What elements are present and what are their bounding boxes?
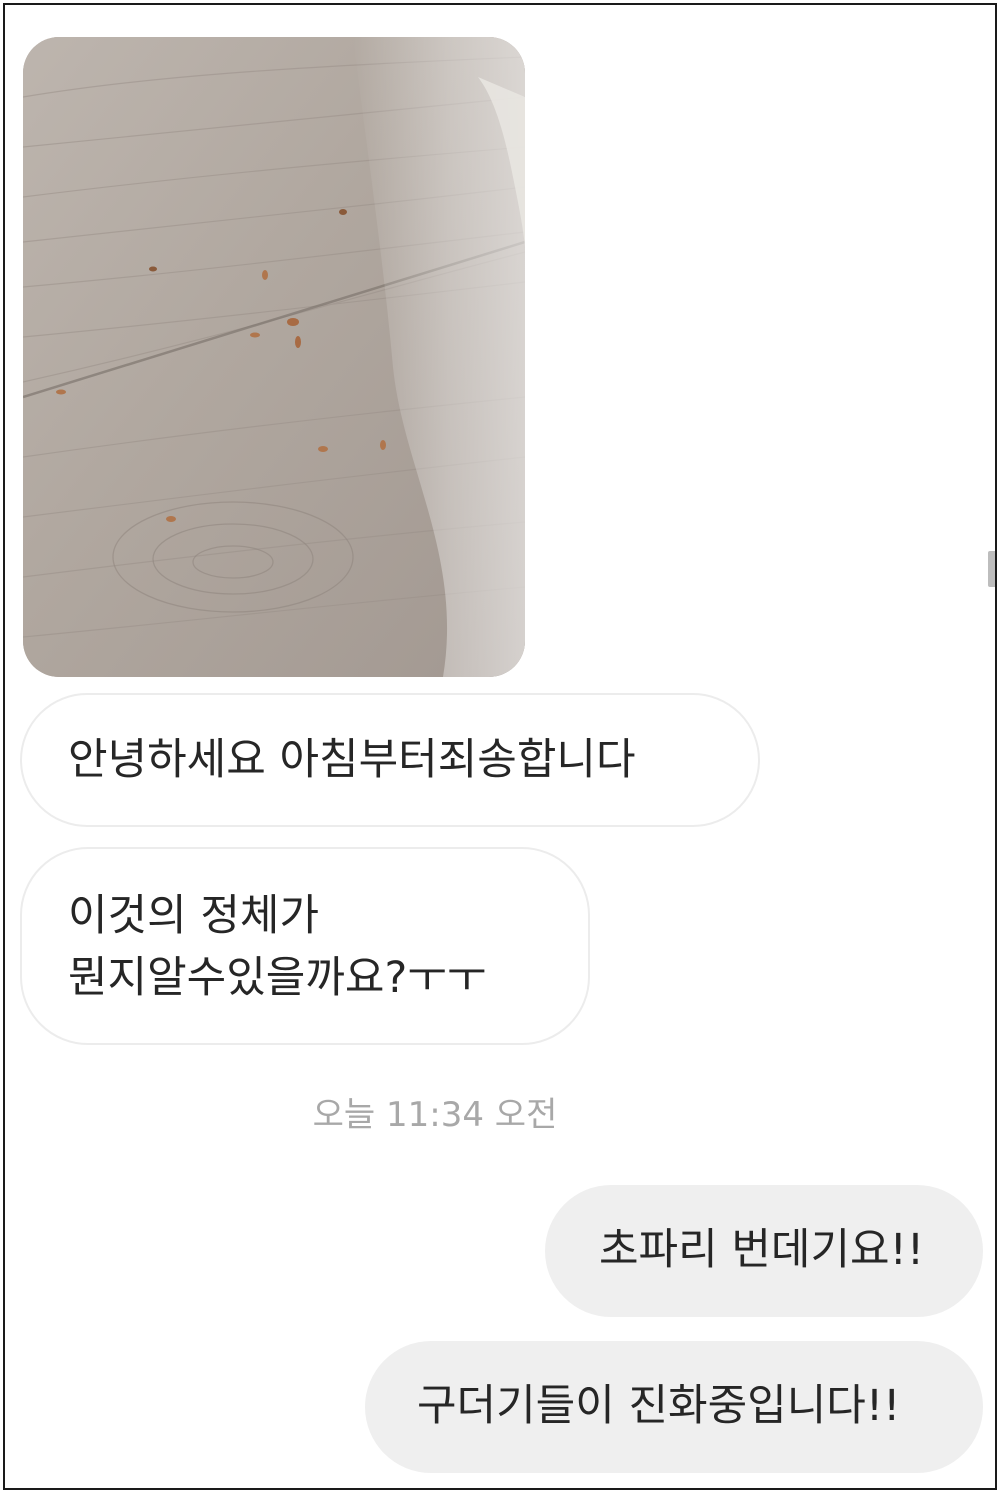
message-text-line: 뭔지알수있을까요?ㅜㅜ [68, 953, 487, 1003]
wooden-floor-photo-icon [23, 37, 525, 677]
message-text: 안녕하세요 아침부터죄송합니다 [68, 735, 636, 785]
received-message-bubble[interactable]: 이것의 정체가 뭔지알수있을까요?ㅜㅜ [20, 847, 590, 1045]
sent-message-bubble[interactable]: 초파리 번데기요!! [545, 1185, 983, 1317]
message-text: 구더기들이 진화중입니다!! [417, 1381, 901, 1431]
message-text: 초파리 번데기요!! [599, 1225, 925, 1275]
received-image[interactable] [23, 37, 525, 677]
received-message-bubble[interactable]: 안녕하세요 아침부터죄송합니다 [20, 693, 760, 827]
sent-message-bubble[interactable]: 구더기들이 진화중입니다!! [365, 1341, 983, 1473]
chat-window: 안녕하세요 아침부터죄송합니다 이것의 정체가 뭔지알수있을까요?ㅜㅜ 오늘 1… [3, 3, 997, 1490]
message-text-line: 이것의 정체가 [68, 891, 320, 941]
scrollbar-thumb[interactable] [988, 551, 995, 587]
message-timestamp: 오늘 11:34 오전 [312, 1095, 558, 1135]
